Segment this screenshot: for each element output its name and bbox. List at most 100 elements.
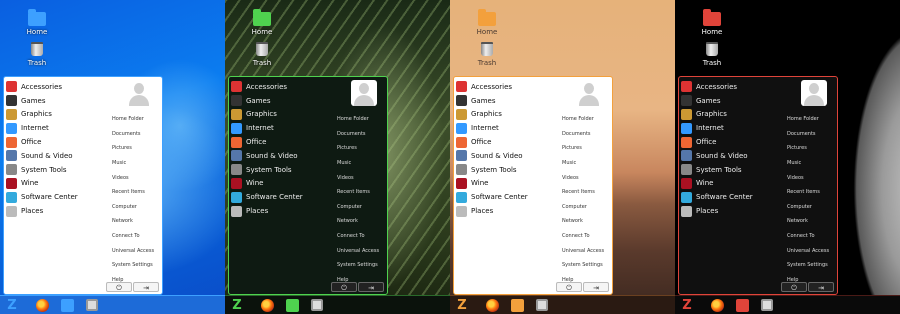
place-item[interactable]: Videos bbox=[337, 170, 387, 185]
category-item[interactable]: Software Center bbox=[681, 190, 781, 204]
power-button[interactable]: ⏻ bbox=[781, 282, 807, 292]
category-item[interactable]: Internet bbox=[231, 121, 331, 135]
place-item[interactable]: Computer bbox=[337, 200, 387, 215]
place-item[interactable]: Home Folder bbox=[787, 112, 837, 127]
place-item[interactable]: Recent Items bbox=[562, 185, 612, 200]
desktop-trash-icon[interactable]: Trash bbox=[251, 41, 273, 67]
software-center-icon[interactable] bbox=[536, 299, 548, 311]
category-item[interactable]: Sound & Video bbox=[681, 149, 781, 163]
place-item[interactable]: Music bbox=[112, 156, 162, 171]
zorin-logo-icon[interactable]: Z bbox=[0, 296, 24, 314]
category-item[interactable]: Accessories bbox=[456, 80, 556, 94]
place-item[interactable]: Recent Items bbox=[787, 185, 837, 200]
logout-button[interactable]: ⇥ bbox=[358, 282, 384, 292]
desktop-trash-icon[interactable]: Trash bbox=[26, 41, 48, 67]
category-item[interactable]: Internet bbox=[456, 121, 556, 135]
place-item[interactable]: Universal Access bbox=[562, 243, 612, 258]
category-item[interactable]: Software Center bbox=[231, 190, 331, 204]
place-item[interactable]: Network bbox=[112, 214, 162, 229]
place-item[interactable]: Music bbox=[787, 156, 837, 171]
place-item[interactable]: Pictures bbox=[112, 141, 162, 156]
zorin-logo-icon[interactable]: Z bbox=[225, 296, 249, 314]
firefox-icon[interactable] bbox=[36, 298, 49, 312]
software-center-icon[interactable] bbox=[761, 299, 773, 311]
category-item[interactable]: Accessories bbox=[6, 80, 106, 94]
place-item[interactable]: Pictures bbox=[337, 141, 387, 156]
place-item[interactable]: Home Folder bbox=[562, 112, 612, 127]
category-item[interactable]: Games bbox=[456, 94, 556, 108]
place-item[interactable]: Recent Items bbox=[337, 185, 387, 200]
place-item[interactable]: Documents bbox=[112, 127, 162, 142]
place-item[interactable]: Network bbox=[337, 214, 387, 229]
software-center-icon[interactable] bbox=[86, 299, 98, 311]
place-item[interactable]: Computer bbox=[562, 200, 612, 215]
category-item[interactable]: Office bbox=[681, 135, 781, 149]
category-item[interactable]: System Tools bbox=[456, 163, 556, 177]
place-item[interactable]: System Settings bbox=[112, 258, 162, 273]
place-item[interactable]: Videos bbox=[112, 170, 162, 185]
place-item[interactable]: System Settings bbox=[787, 258, 837, 273]
place-item[interactable]: Universal Access bbox=[112, 243, 162, 258]
category-item[interactable]: Wine bbox=[6, 177, 106, 191]
desktop-home-icon[interactable]: Home bbox=[251, 9, 273, 36]
logout-button[interactable]: ⇥ bbox=[583, 282, 609, 292]
avatar[interactable] bbox=[126, 80, 152, 106]
software-center-icon[interactable] bbox=[311, 299, 323, 311]
logout-button[interactable]: ⇥ bbox=[133, 282, 159, 292]
category-item[interactable]: Graphics bbox=[456, 108, 556, 122]
desktop-trash-icon[interactable]: Trash bbox=[476, 41, 498, 67]
place-item[interactable]: Home Folder bbox=[337, 112, 387, 127]
category-item[interactable]: Places bbox=[6, 204, 106, 218]
place-item[interactable]: Universal Access bbox=[337, 243, 387, 258]
place-item[interactable]: Connect To bbox=[112, 229, 162, 244]
avatar[interactable] bbox=[576, 80, 602, 106]
category-item[interactable]: Accessories bbox=[231, 80, 331, 94]
category-item[interactable]: Internet bbox=[681, 121, 781, 135]
category-item[interactable]: Office bbox=[6, 135, 106, 149]
category-item[interactable]: Wine bbox=[231, 177, 331, 191]
zorin-logo-icon[interactable]: Z bbox=[675, 296, 699, 314]
desktop-home-icon[interactable]: Home bbox=[701, 9, 723, 36]
place-item[interactable]: Network bbox=[562, 214, 612, 229]
place-item[interactable]: Computer bbox=[112, 200, 162, 215]
place-item[interactable]: System Settings bbox=[562, 258, 612, 273]
power-button[interactable]: ⏻ bbox=[556, 282, 582, 292]
firefox-icon[interactable] bbox=[261, 298, 274, 312]
place-item[interactable]: Documents bbox=[787, 127, 837, 142]
category-item[interactable]: Software Center bbox=[6, 190, 106, 204]
category-item[interactable]: Software Center bbox=[456, 190, 556, 204]
category-item[interactable]: Games bbox=[231, 94, 331, 108]
category-item[interactable]: Wine bbox=[681, 177, 781, 191]
category-item[interactable]: Graphics bbox=[681, 108, 781, 122]
avatar[interactable] bbox=[351, 80, 377, 106]
category-item[interactable]: System Tools bbox=[681, 163, 781, 177]
category-item[interactable]: System Tools bbox=[6, 163, 106, 177]
power-button[interactable]: ⏻ bbox=[331, 282, 357, 292]
category-item[interactable]: Sound & Video bbox=[231, 149, 331, 163]
place-item[interactable]: System Settings bbox=[337, 258, 387, 273]
place-item[interactable]: Videos bbox=[787, 170, 837, 185]
category-item[interactable]: Accessories bbox=[681, 80, 781, 94]
place-item[interactable]: Music bbox=[337, 156, 387, 171]
desktop-trash-icon[interactable]: Trash bbox=[701, 41, 723, 67]
place-item[interactable]: Computer bbox=[787, 200, 837, 215]
zorin-logo-icon[interactable]: Z bbox=[450, 296, 474, 314]
place-item[interactable]: Network bbox=[787, 214, 837, 229]
place-item[interactable]: Videos bbox=[562, 170, 612, 185]
category-item[interactable]: Sound & Video bbox=[456, 149, 556, 163]
category-item[interactable]: Games bbox=[6, 94, 106, 108]
place-item[interactable]: Connect To bbox=[337, 229, 387, 244]
place-item[interactable]: Pictures bbox=[787, 141, 837, 156]
place-item[interactable]: Connect To bbox=[787, 229, 837, 244]
home-folder-icon[interactable] bbox=[736, 298, 749, 312]
place-item[interactable]: Pictures bbox=[562, 141, 612, 156]
home-folder-icon[interactable] bbox=[61, 298, 74, 312]
place-item[interactable]: Music bbox=[562, 156, 612, 171]
avatar[interactable] bbox=[801, 80, 827, 106]
category-item[interactable]: Places bbox=[456, 204, 556, 218]
category-item[interactable]: Office bbox=[456, 135, 556, 149]
category-item[interactable]: Sound & Video bbox=[6, 149, 106, 163]
category-item[interactable]: Places bbox=[231, 204, 331, 218]
logout-button[interactable]: ⇥ bbox=[808, 282, 834, 292]
power-button[interactable]: ⏻ bbox=[106, 282, 132, 292]
